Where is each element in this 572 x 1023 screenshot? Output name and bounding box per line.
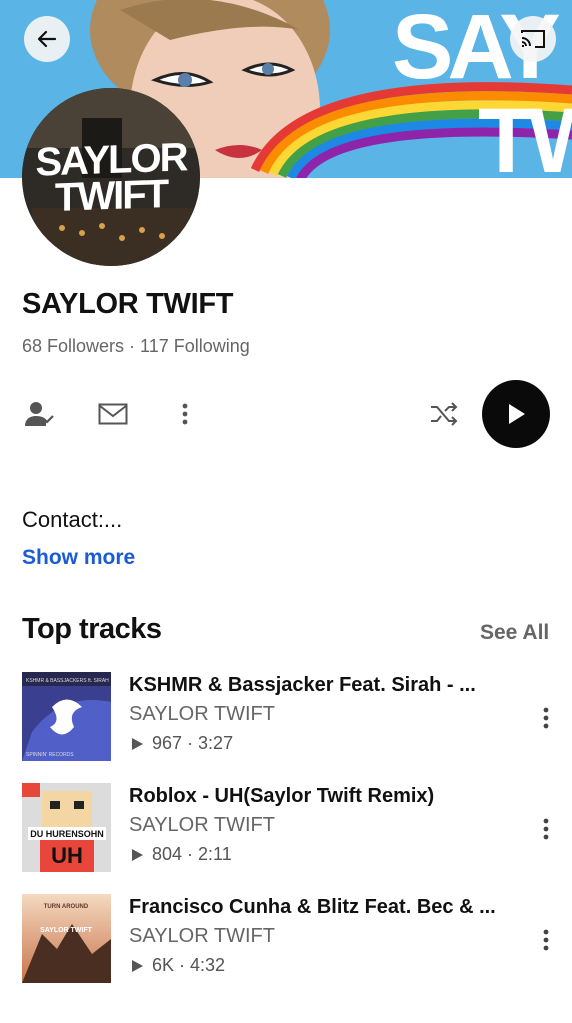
track-title: Francisco Cunha & Blitz Feat. Bec & ... — [129, 896, 496, 918]
track-more-button[interactable] — [536, 702, 556, 734]
track-plays: 804 — [152, 844, 183, 864]
follow-button[interactable] — [24, 400, 56, 428]
back-button[interactable] — [24, 16, 70, 62]
thumb-text: KSHMR & BASSJACKERS ft. SIRAH — [26, 678, 109, 684]
more-options-button[interactable] — [174, 400, 196, 428]
contact-text: Contact:... — [22, 507, 123, 532]
top-tracks-title: Top tracks — [22, 613, 162, 645]
separator: · — [174, 955, 191, 975]
play-count-icon — [132, 737, 143, 750]
follow-stats[interactable]: 68 Followers · 117 Following — [22, 336, 250, 357]
track-row[interactable]: DU HURENSOHN UH Roblox - UH(Saylor Twift… — [0, 783, 572, 875]
thumb-text: DU HURENSOHN — [30, 829, 104, 839]
profile-avatar: SAYLOR TWIFT — [22, 88, 200, 266]
track-artist: SAYLOR TWIFT — [129, 925, 275, 947]
track-stats: 967 · 3:27 — [131, 733, 233, 754]
track-artwork: DU HURENSOHN UH — [22, 783, 111, 872]
track-more-button[interactable] — [536, 924, 556, 956]
track-duration: 2:11 — [198, 844, 232, 864]
thumb-text: SPINNIN' RECORDS — [26, 752, 74, 758]
thumb-text: TURN AROUND — [44, 904, 89, 910]
show-more-link[interactable]: Show more — [22, 546, 135, 570]
profile-name: SAYLOR TWIFT — [22, 288, 234, 320]
play-button[interactable] — [482, 380, 550, 448]
track-title: Roblox - UH(Saylor Twift Remix) — [129, 785, 435, 807]
track-stats: 804 · 2:11 — [131, 844, 232, 865]
arrow-left-icon — [37, 30, 57, 48]
separator: · — [182, 844, 199, 864]
shuffle-icon — [431, 402, 458, 426]
play-count-icon — [132, 848, 143, 861]
thumb-text: SAYLOR TWIFT — [40, 927, 93, 934]
message-button[interactable] — [97, 402, 129, 426]
more-vertical-icon — [543, 707, 549, 729]
track-duration: 4:32 — [190, 955, 226, 975]
play-count-icon — [132, 959, 143, 972]
track-row[interactable]: TURN AROUND SAYLOR TWIFT Francisco Cunha… — [0, 894, 572, 986]
more-vertical-icon — [543, 929, 549, 951]
track-more-button[interactable] — [536, 813, 556, 845]
cast-button[interactable] — [510, 16, 556, 62]
more-vertical-icon — [543, 818, 549, 840]
play-icon — [509, 404, 525, 424]
track-artist: SAYLOR TWIFT — [129, 703, 275, 725]
avatar-text: TWIFT — [54, 172, 168, 220]
track-plays: 967 — [152, 733, 183, 753]
track-row[interactable]: KSHMR & BASSJACKERS ft. SIRAH SPINNIN' R… — [0, 672, 572, 764]
cast-icon — [521, 30, 545, 48]
mail-icon — [98, 403, 128, 425]
track-stats: 6K · 4:32 — [131, 955, 225, 976]
track-duration: 3:27 — [198, 733, 234, 753]
track-title: KSHMR & Bassjacker Feat. Sirah - ... — [129, 674, 476, 696]
track-artist: SAYLOR TWIFT — [129, 814, 275, 836]
track-artwork: KSHMR & BASSJACKERS ft. SIRAH SPINNIN' R… — [22, 672, 111, 761]
track-artwork: TURN AROUND SAYLOR TWIFT — [22, 894, 111, 983]
person-check-icon — [25, 402, 54, 426]
banner-title-text: TW — [478, 90, 572, 178]
more-vertical-icon — [182, 403, 188, 425]
thumb-text: UH — [51, 843, 83, 868]
separator: · — [182, 733, 199, 753]
see-all-link[interactable]: See All — [480, 621, 549, 645]
track-plays: 6K — [152, 955, 175, 975]
shuffle-button[interactable] — [428, 400, 460, 428]
